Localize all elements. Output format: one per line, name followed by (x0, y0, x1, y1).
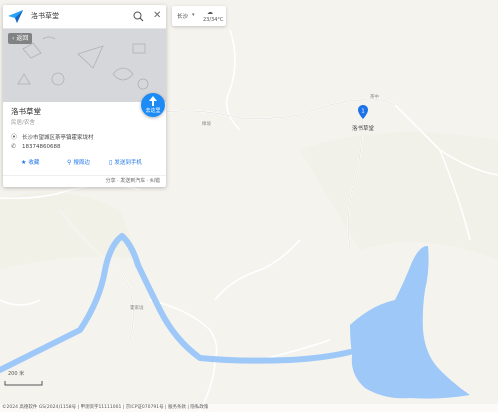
poi-name: 洛书草堂 (11, 107, 41, 116)
marker-number: 1 (361, 109, 365, 115)
back-button-label[interactable]: 返回 (16, 35, 28, 42)
address-text: 长沙市望城区茶亭镇霍家垅村 (22, 135, 94, 141)
poi-type: 民居/农舍 (11, 120, 35, 126)
search-nearby-label[interactable]: 搜周边 (73, 160, 90, 166)
chevron-down-icon[interactable]: ▾ (192, 12, 195, 18)
search-nearby-button[interactable]: ⚲ 搜周边 (67, 158, 90, 166)
search-input[interactable]: 洛书草堂 (31, 11, 59, 21)
poi-panel: 洛书草堂 ✕ ‹ 返回 去这里 洛书草堂 民居/农舍 ⦿ 长沙市望城区茶亭镇霍家… (3, 5, 166, 187)
nearby-icon: ⚲ (67, 159, 72, 166)
copyright-bar[interactable]: ©2024 高德软件 GS(2024)1158号 | 甲测资字11111001 … (0, 404, 498, 412)
favorite-label[interactable]: 收藏 (28, 160, 39, 166)
poi-marker[interactable]: 1 (358, 105, 368, 119)
amap-logo-icon (8, 10, 23, 23)
send-to-phone-label[interactable]: 发送到手机 (114, 160, 142, 166)
address-row: ⦿ 长沙市望城区茶亭镇霍家垅村 (11, 132, 94, 141)
send-to-phone-button[interactable]: ▯ 发送到手机 (109, 158, 142, 166)
scale-bar (4, 381, 43, 386)
panel-footer-links[interactable]: 分享 · 发送到汽车 · 纠错 (3, 175, 166, 187)
location-pin-icon: ⦿ (11, 134, 18, 141)
phone-text: 18374860688 (22, 144, 61, 150)
search-bar: 洛书草堂 ✕ (3, 5, 166, 29)
phone-row: ✆ 18374860688 (11, 143, 61, 150)
map-label-zhangpo: 樟坡 (202, 122, 211, 127)
star-icon: ★ (21, 159, 27, 166)
phone-icon: ▯ (109, 159, 113, 166)
city-weather-box[interactable]: 长沙 ▾ ☁ 23/34°C (172, 6, 226, 26)
city-name[interactable]: 长沙 (177, 12, 188, 20)
action-bar: ★ 收藏 ⚲ 搜周边 ▯ 发送到手机 (3, 154, 166, 172)
temperature: 23/34°C (203, 17, 224, 23)
go-here-label[interactable]: 去这里 (141, 107, 165, 114)
search-icon[interactable] (133, 11, 144, 22)
marker-label: 洛书草堂 (352, 126, 375, 132)
map-label-chazhong: 茶中 (370, 95, 379, 100)
go-here-button[interactable]: 去这里 (141, 93, 165, 117)
map-label-huojialong: 霍家垅 (130, 306, 144, 311)
close-icon[interactable]: ✕ (153, 10, 161, 22)
cloud-icon: ☁ (207, 9, 213, 16)
back-button[interactable]: ‹ 返回 (8, 33, 33, 44)
phone-icon: ✆ (11, 143, 17, 150)
favorite-button[interactable]: ★ 收藏 (21, 158, 39, 166)
navigate-arrow-icon (149, 96, 157, 106)
poi-photo[interactable]: ‹ 返回 (3, 29, 166, 102)
